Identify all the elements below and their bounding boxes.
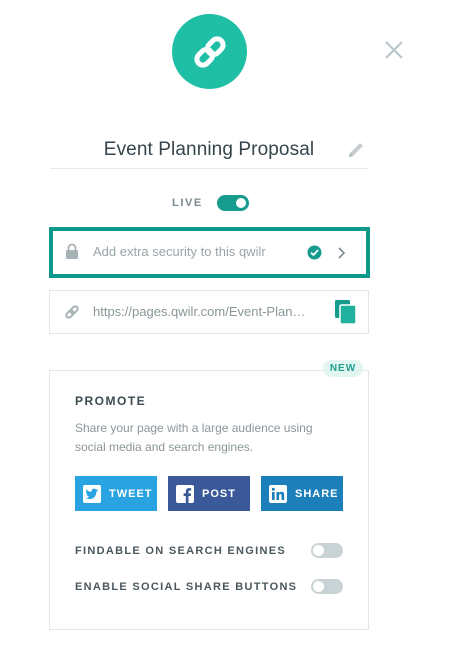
lock-icon — [65, 243, 79, 259]
page-title: Event Planning Proposal — [103, 139, 315, 160]
pencil-icon — [346, 143, 366, 164]
social-share-toggle[interactable] — [311, 579, 343, 594]
toggle-knob — [313, 581, 324, 592]
promote-description: Share your page with a large audience us… — [75, 421, 313, 454]
twitter-icon — [83, 484, 101, 503]
promote-title: PROMOTE — [75, 394, 147, 408]
close-button[interactable] — [383, 39, 405, 61]
security-text: Add extra security to this qwilr — [93, 244, 266, 259]
linkedin-icon — [269, 484, 287, 503]
copy-link-button[interactable] — [334, 299, 358, 325]
live-label: LIVE — [172, 197, 203, 209]
chevron-right-icon — [336, 246, 346, 259]
findable-toggle[interactable] — [311, 543, 343, 558]
toggle-knob — [235, 198, 246, 208]
live-toggle[interactable] — [216, 195, 249, 211]
page-title-row: Event Planning Proposal — [50, 130, 368, 169]
share-label: SHARE — [295, 487, 339, 500]
social-share-label: ENABLE SOCIAL SHARE BUTTONS — [75, 581, 298, 593]
qwilr-logo — [172, 14, 247, 89]
link-chain-icon — [190, 32, 230, 72]
promote-card: PROMOTE Share your page with a large aud… — [49, 370, 369, 630]
page-url: https://pages.qwilr.com/Event-Plan… — [93, 304, 306, 319]
security-option[interactable]: Add extra security to this qwilr — [49, 227, 370, 278]
post-label: POST — [202, 487, 236, 500]
findable-label: FINDABLE ON SEARCH ENGINES — [75, 545, 287, 557]
toggle-knob — [313, 545, 324, 556]
link-icon — [64, 304, 80, 320]
page-link-field[interactable]: https://pages.qwilr.com/Event-Plan… — [49, 290, 369, 334]
live-toggle-row: LIVE — [172, 194, 249, 212]
edit-title-button[interactable] — [346, 140, 366, 160]
tweet-label: TWEET — [109, 487, 153, 500]
facebook-icon — [176, 484, 194, 503]
facebook-post-button[interactable]: POST — [168, 476, 250, 511]
close-icon — [383, 41, 405, 65]
new-badge: NEW — [323, 360, 363, 377]
copy-icon — [334, 300, 358, 329]
findable-option: FINDABLE ON SEARCH ENGINES — [75, 543, 343, 559]
linkedin-share-button[interactable]: SHARE — [261, 476, 343, 511]
social-share-option: ENABLE SOCIAL SHARE BUTTONS — [75, 579, 343, 595]
check-circle-icon — [307, 245, 322, 260]
tweet-button[interactable]: TWEET — [75, 476, 157, 511]
